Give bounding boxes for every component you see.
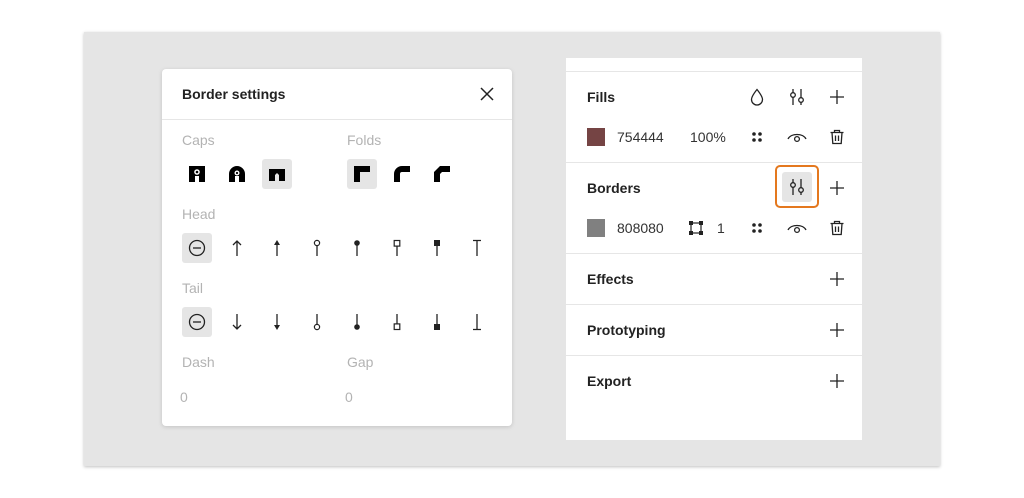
fill-delete-trash-icon[interactable] (825, 125, 849, 149)
border-color-swatch[interactable] (587, 219, 605, 237)
popup-header: Border settings (162, 69, 512, 120)
fills-style-icon[interactable] (785, 85, 809, 109)
fills-title: Fills (587, 89, 616, 105)
divider (566, 253, 862, 254)
add-effect-icon[interactable] (825, 267, 849, 291)
divider (566, 304, 862, 305)
export-title: Export (587, 373, 632, 389)
properties-panel: Fills 754444 100% Borders 808080 1 Effec… (566, 58, 862, 440)
add-border-icon[interactable] (825, 176, 849, 200)
folds-label: Folds (347, 132, 382, 148)
divider (566, 355, 862, 356)
blend-mode-icon[interactable] (745, 85, 769, 109)
tail-arrow-icon[interactable] (222, 307, 252, 337)
gap-input[interactable]: 0 (345, 389, 353, 405)
border-style-icon[interactable] (745, 216, 769, 240)
border-position-icon[interactable] (684, 216, 708, 240)
tail-circle-filled-icon[interactable] (342, 307, 372, 337)
fold-bevel-icon[interactable] (427, 159, 457, 189)
fold-miter-icon[interactable] (347, 159, 377, 189)
tail-label: Tail (182, 280, 204, 296)
fill-visibility-eye-icon[interactable] (785, 125, 809, 149)
cap-butt-icon[interactable] (262, 159, 292, 189)
head-triangle-arrow-icon[interactable] (262, 233, 292, 263)
tail-circle-outline-icon[interactable] (302, 307, 332, 337)
divider (566, 71, 862, 72)
head-line-icon[interactable] (462, 233, 492, 263)
border-hex-value[interactable]: 808080 (617, 220, 664, 236)
head-circle-outline-icon[interactable] (302, 233, 332, 263)
head-none-icon[interactable] (182, 233, 212, 263)
head-circle-filled-icon[interactable] (342, 233, 372, 263)
add-prototyping-icon[interactable] (825, 318, 849, 342)
close-icon[interactable] (476, 83, 498, 105)
gap-label: Gap (347, 354, 374, 370)
cap-round-icon[interactable] (222, 159, 252, 189)
borders-title: Borders (587, 180, 641, 196)
tail-square-filled-icon[interactable] (422, 307, 452, 337)
cap-square-icon[interactable] (182, 159, 212, 189)
head-label: Head (182, 206, 216, 222)
head-square-outline-icon[interactable] (382, 233, 412, 263)
popup-title: Border settings (182, 86, 286, 102)
head-square-filled-icon[interactable] (422, 233, 452, 263)
dash-input[interactable]: 0 (180, 389, 188, 405)
border-delete-trash-icon[interactable] (825, 216, 849, 240)
fold-round-icon[interactable] (387, 159, 417, 189)
tail-none-icon[interactable] (182, 307, 212, 337)
divider (566, 162, 862, 163)
border-visibility-eye-icon[interactable] (785, 216, 809, 240)
border-width-value[interactable]: 1 (717, 220, 725, 236)
dash-label: Dash (182, 354, 215, 370)
tail-line-icon[interactable] (462, 307, 492, 337)
fill-hex-value[interactable]: 754444 (617, 129, 664, 145)
tail-triangle-arrow-icon[interactable] (262, 307, 292, 337)
prototyping-title: Prototyping (587, 322, 666, 338)
tail-square-outline-icon[interactable] (382, 307, 412, 337)
head-arrow-icon[interactable] (222, 233, 252, 263)
border-settings-popup: Border settings Caps Folds Head Tail Das… (162, 69, 512, 426)
fill-style-icon[interactable] (745, 125, 769, 149)
effects-title: Effects (587, 271, 634, 287)
add-fill-icon[interactable] (825, 85, 849, 109)
fill-color-swatch[interactable] (587, 128, 605, 146)
add-export-icon[interactable] (825, 369, 849, 393)
fill-opacity-value[interactable]: 100% (690, 129, 726, 145)
focus-highlight-outline (775, 165, 819, 208)
caps-label: Caps (182, 132, 215, 148)
